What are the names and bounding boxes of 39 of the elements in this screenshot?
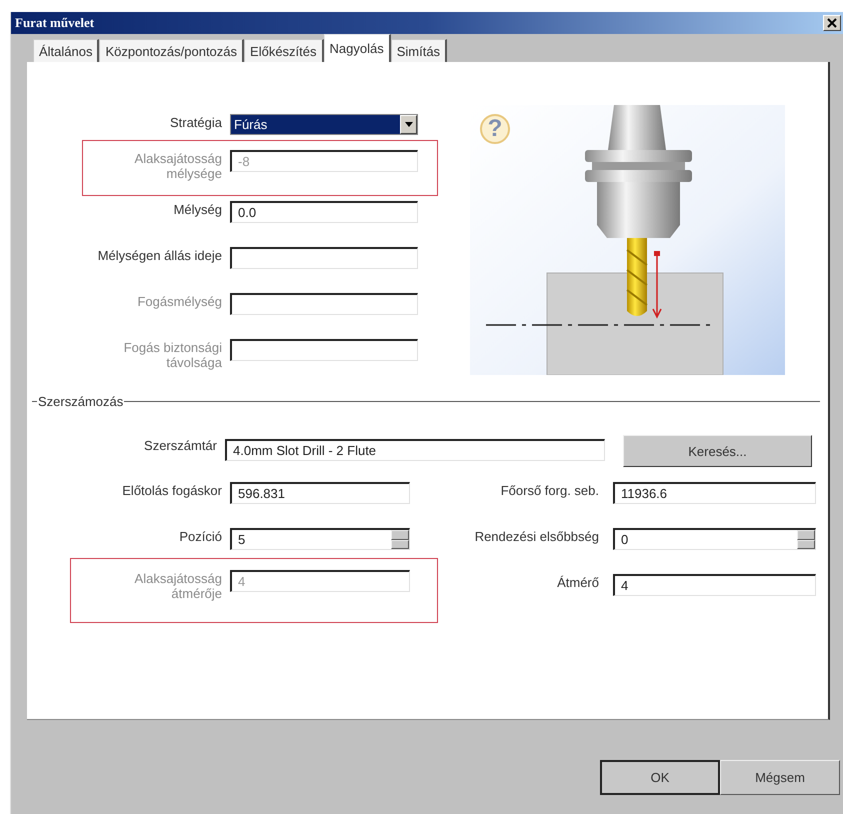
- ok-button[interactable]: OK: [600, 760, 720, 795]
- field-label: Szerszámtár: [143, 437, 217, 453]
- input-field[interactable]: 596.831: [230, 482, 410, 504]
- cancel-button[interactable]: Mégsem: [720, 760, 840, 795]
- field-label: Átmérő: [556, 574, 599, 590]
- field-label: Fogásmélység: [136, 293, 222, 309]
- field-label: Mélység: [172, 201, 222, 217]
- tab[interactable]: Simítás: [390, 39, 448, 62]
- close-button[interactable]: [823, 15, 841, 31]
- section-title: Szerszámozás: [37, 394, 124, 408]
- input-field[interactable]: [230, 247, 418, 269]
- window-title: Furat művelet: [15, 15, 94, 31]
- spin-field[interactable]: 0: [613, 528, 816, 550]
- tab[interactable]: Központozás/pontozás: [99, 39, 244, 62]
- field-label: Stratégia: [168, 114, 222, 130]
- dropdown-button[interactable]: [400, 115, 417, 134]
- tab[interactable]: Nagyolás: [324, 34, 391, 62]
- field-label: Fogás biztonsági távolsága: [122, 339, 222, 370]
- input-field[interactable]: 4.0mm Slot Drill - 2 Flute: [225, 439, 605, 461]
- dropdown-value: Fúrás: [231, 115, 400, 134]
- tab[interactable]: Általános: [33, 39, 100, 62]
- caret-icon: [404, 122, 412, 127]
- field-label: Alaksajátosság mélysége: [134, 150, 222, 181]
- field-label: Mélységen állás ideje: [96, 247, 222, 263]
- field-label: Rendezési elsőbbség: [474, 528, 599, 544]
- input-field[interactable]: 11936.6: [613, 482, 816, 504]
- field-label: Főorső forg. seb.: [500, 482, 599, 498]
- close-icon: [827, 18, 837, 28]
- field-label: Pozíció: [178, 528, 222, 544]
- field-label: Előtolás fogáskor: [121, 482, 222, 498]
- input-field[interactable]: 4: [613, 574, 816, 596]
- spin-field[interactable]: 5: [230, 528, 410, 550]
- input-field[interactable]: 0.0: [230, 201, 418, 223]
- tab[interactable]: Előkészítés: [244, 39, 324, 62]
- strategy-dropdown[interactable]: Fúrás: [230, 114, 418, 135]
- spin-up-button[interactable]: [797, 530, 815, 540]
- field-label: Alaksajátosság átmérője: [134, 570, 222, 601]
- search-button[interactable]: Keresés...: [623, 435, 812, 467]
- spin-up-button[interactable]: [391, 530, 409, 540]
